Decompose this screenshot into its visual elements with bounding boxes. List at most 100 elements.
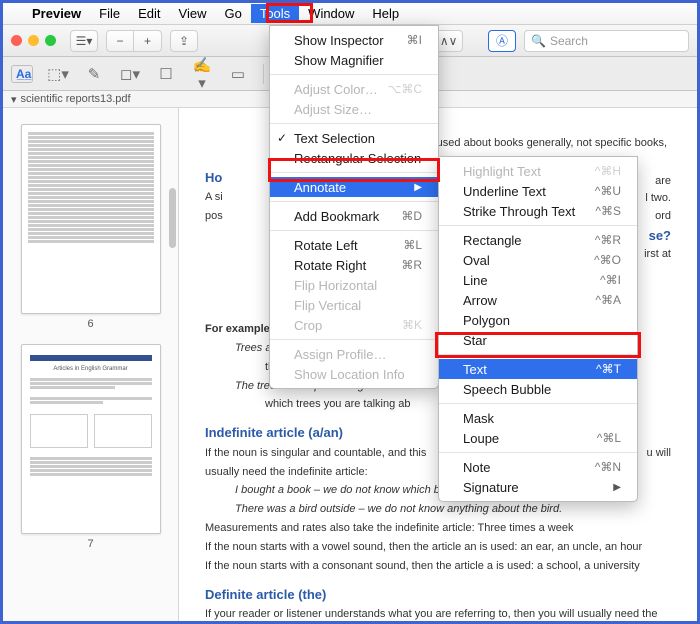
shapes-tool-icon[interactable]: ◻▾ [119,65,141,83]
menu-item-label: Show Magnifier [294,53,384,68]
submenu-arrow-icon: ▶ [613,482,621,493]
doc-text: I bought a book – we do not know which b… [235,484,461,496]
tools-item-rotate-right[interactable]: Rotate Right⌘R [270,255,438,275]
menu-shortcut: ^⌘H [595,164,621,178]
menu-item-label: Oval [463,253,490,268]
annotate-item-polygon[interactable]: Polygon [439,310,637,330]
doc-text: pos [205,209,245,224]
annotate-item-highlight-text: Highlight Text^⌘H [439,161,637,181]
annotate-item-strike-through-text[interactable]: Strike Through Text^⌘S [439,201,637,221]
annotate-item-arrow[interactable]: Arrow^⌘A [439,290,637,310]
annotate-item-loupe[interactable]: Loupe ^⌘L [439,428,637,448]
annotate-item-underline-text[interactable]: Underline Text^⌘U [439,181,637,201]
tools-item-rectangular-selection[interactable]: Rectangular Selection [270,148,438,168]
annotate-item-rectangle[interactable]: Rectangle^⌘R [439,230,637,250]
text-tool-icon[interactable]: ☐ [155,65,177,83]
menu-separator [439,452,637,453]
menu-go[interactable]: Go [215,4,250,23]
menu-item-label: Rotate Right [294,258,366,273]
tools-item-annotate[interactable]: Annotate ▶ [270,177,438,197]
mac-menubar: Preview File Edit View Go Tools Window H… [3,3,697,25]
annotate-item-star[interactable]: Star [439,330,637,350]
app-name[interactable]: Preview [23,4,90,23]
menu-item-label: Flip Horizontal [294,278,377,293]
menu-item-label: Text [463,362,487,377]
menu-separator [270,74,438,75]
sidebar-toggle-button[interactable]: ☰▾ [70,30,98,52]
zoom-in-button[interactable]: + [134,30,162,52]
annotate-item-text[interactable]: Text^⌘T [439,359,637,379]
menu-item-label: Crop [294,318,322,333]
doc-text: If the noun starts with a vowel sound, t… [205,540,671,555]
doc-text: Measurements and rates also take the ind… [205,521,671,536]
fullscreen-window-icon[interactable] [45,35,56,46]
doc-text: There was a bird outside – we do not kno… [235,503,562,515]
menu-separator [270,230,438,231]
page-thumbnail[interactable] [21,124,161,314]
menu-item-label: Annotate [294,180,346,195]
zoom-out-button[interactable]: − [106,30,134,52]
thumbnail-page-label: 6 [3,318,178,330]
annotate-item-speech-bubble[interactable]: Speech Bubble [439,379,637,399]
annotate-item-mask[interactable]: Mask [439,408,637,428]
menu-item-label: Text Selection [294,131,375,146]
menu-separator [270,123,438,124]
annotate-item-note[interactable]: Note^⌘N [439,457,637,477]
menu-shortcut: ^⌘O [594,253,621,267]
menu-item-label: Loupe [463,431,499,446]
divider [263,64,264,84]
menu-edit[interactable]: Edit [129,4,169,23]
menu-separator [439,403,637,404]
annotate-item-signature[interactable]: Signature ▶ [439,477,637,497]
menu-shortcut: ^⌘L [597,431,621,445]
document-name: scientific reports13.pdf [21,93,131,105]
page-thumbnail[interactable]: Articles in English Grammar [21,344,161,534]
tools-item-crop: Crop ⌘K [270,315,438,335]
doc-text: If the noun is singular and countable, a… [205,447,426,459]
doc-heading: Ho [205,169,245,187]
menu-window[interactable]: Window [299,4,363,23]
menu-shortcut: ^⌘N [595,460,621,474]
doc-heading: Definite article (the) [205,586,671,604]
tools-item-show-magnifier[interactable]: Show Magnifier [270,50,438,70]
markup-toggle-button[interactable]: Ⓐ [488,30,516,52]
sidebar-scrollbar[interactable] [169,188,176,248]
menu-shortcut: ⌘K [402,318,422,332]
tools-item-show-inspector[interactable]: Show Inspector ⌘I [270,30,438,50]
menu-item-label: Show Inspector [294,33,384,48]
menu-item-label: Add Bookmark [294,209,379,224]
menu-shortcut: ⌘I [407,33,422,47]
search-icon: 🔍 [531,34,546,48]
submenu-arrow-icon: ▶ [414,182,422,193]
search-input[interactable]: 🔍 Search [524,30,689,52]
tools-item-text-selection[interactable]: Text Selection [270,128,438,148]
annotate-item-line[interactable]: Line^⌘I [439,270,637,290]
close-window-icon[interactable] [11,35,22,46]
menu-help[interactable]: Help [363,4,408,23]
menu-view[interactable]: View [170,4,216,23]
disclosure-icon: ▾ [11,93,17,106]
menu-item-label: Line [463,273,488,288]
menu-item-label: Polygon [463,313,510,328]
selection-tool-icon[interactable]: ⬚▾ [47,65,69,83]
menu-item-label: Show Location Info [294,367,405,382]
note-tool-icon[interactable]: ▭ [227,65,249,83]
share-button[interactable]: ⇪ [170,30,198,52]
sketch-tool-icon[interactable]: ✎ [83,65,105,83]
tools-item-rotate-left[interactable]: Rotate Left⌘L [270,235,438,255]
minimize-window-icon[interactable] [28,35,39,46]
annotate-item-oval[interactable]: Oval ^⌘O [439,250,637,270]
menu-item-label: Strike Through Text [463,204,575,219]
tools-item-add-bookmark[interactable]: Add Bookmark⌘D [270,206,438,226]
tools-item-adjust-size: Adjust Size… [270,99,438,119]
menu-tools[interactable]: Tools [251,4,299,23]
sign-tool-icon[interactable]: ✍▾ [191,56,213,92]
menu-item-label: Adjust Color… [294,82,378,97]
doc-text: If the noun starts with a consonant soun… [205,559,671,574]
menu-item-label: Signature [463,480,519,495]
tools-item-assign-profile: Assign Profile… [270,344,438,364]
text-style-button[interactable]: A̲a̲ [11,65,33,83]
doc-text: If your reader or listener understands w… [205,607,671,621]
menu-item-label: Rectangular Selection [294,151,421,166]
menu-file[interactable]: File [90,4,129,23]
